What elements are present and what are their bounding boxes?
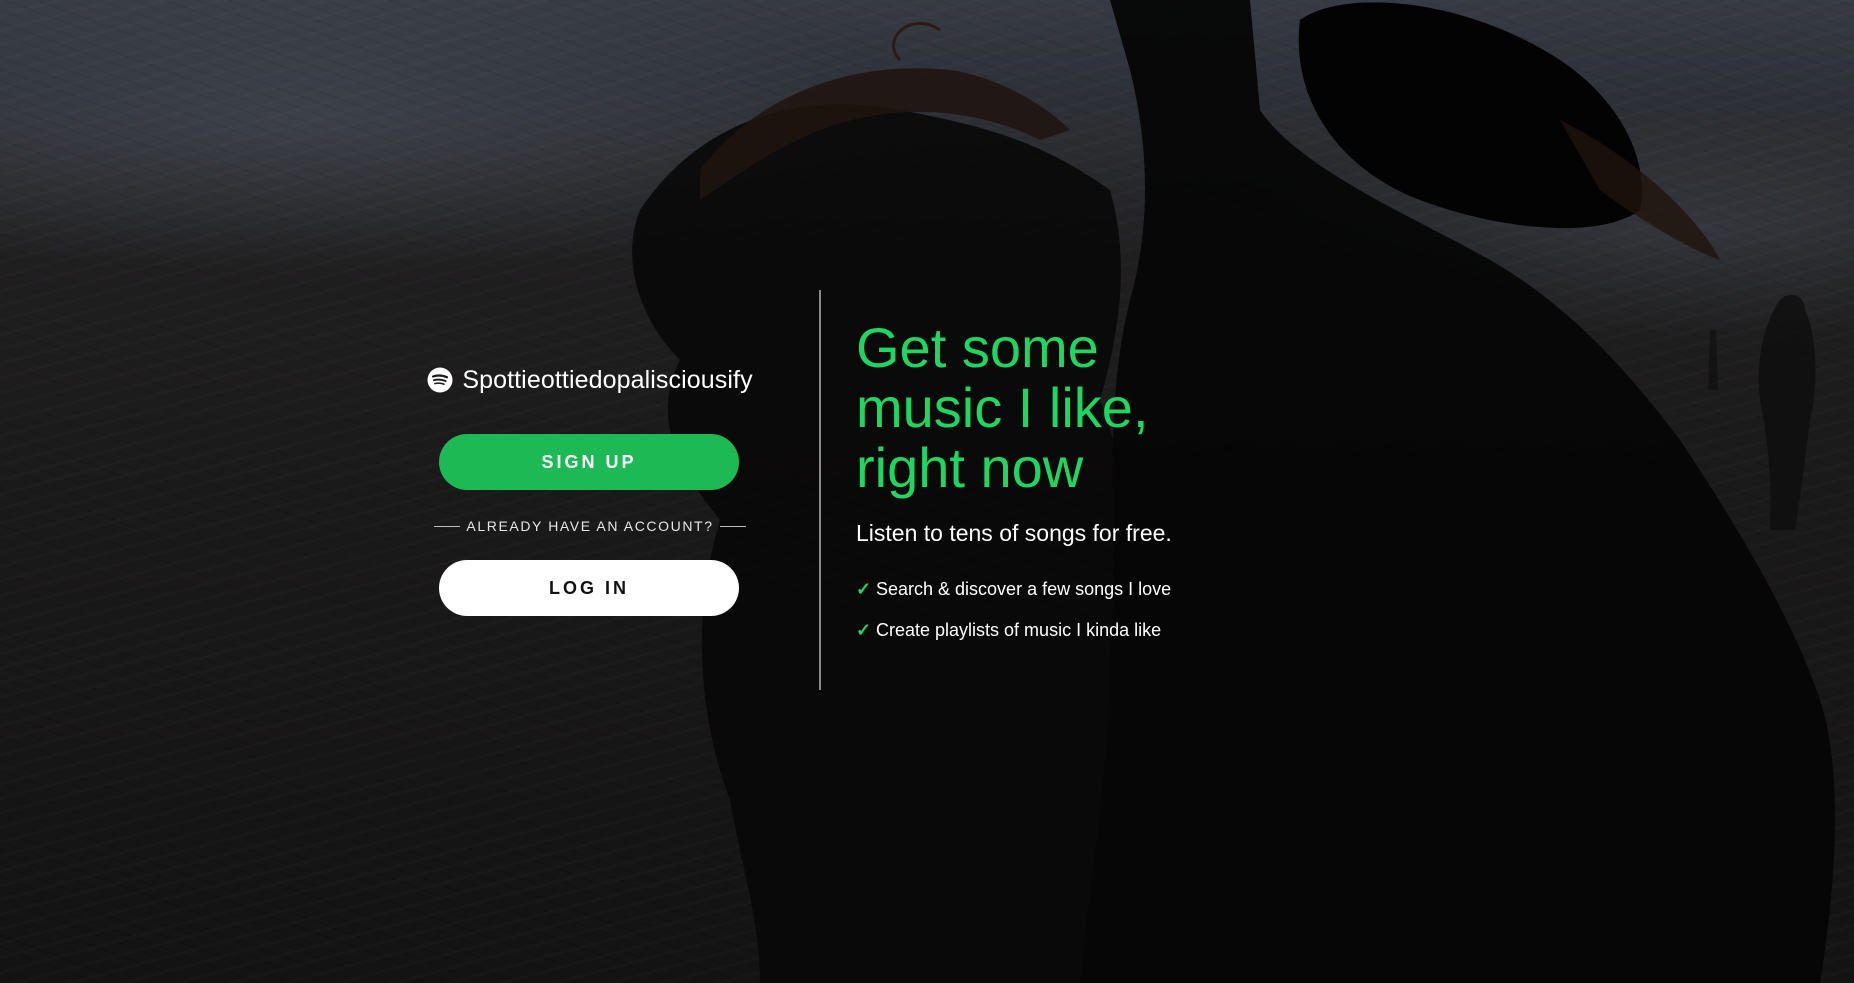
- checkmark-icon: ✓: [856, 619, 872, 640]
- feature-text: Create playlists of music I kinda like: [876, 619, 1162, 640]
- divider-rule-right: [719, 525, 746, 527]
- feature-text: Search & discover a few songs I love: [876, 578, 1172, 599]
- spotify-logo-icon: [427, 367, 453, 393]
- landing-page: Spottieottiedopalisciousify SIGN UP ALRE…: [0, 0, 1854, 983]
- vertical-separator: [819, 290, 821, 690]
- feature-item: ✓ Search & discover a few songs I love: [856, 577, 1276, 601]
- feature-item: ✓ Create playlists of music I kinda like: [856, 618, 1276, 642]
- brand-header: Spottieottiedopalisciousify: [420, 360, 760, 400]
- hero-panel: Get some music I like, right now Listen …: [856, 318, 1276, 659]
- checkmark-icon: ✓: [856, 578, 872, 599]
- log-in-button[interactable]: LOG IN: [439, 560, 739, 616]
- brand-name: Spottieottiedopalisciousify: [462, 365, 753, 394]
- feature-list: ✓ Search & discover a few songs I love ✓…: [856, 577, 1276, 642]
- hero-headline: Get some music I like, right now: [856, 316, 1149, 499]
- auth-panel: Spottieottiedopalisciousify SIGN UP ALRE…: [420, 360, 760, 616]
- divider-text: ALREADY HAVE AN ACCOUNT?: [466, 518, 714, 534]
- account-divider: ALREADY HAVE AN ACCOUNT?: [420, 516, 760, 536]
- divider-rule-left: [434, 525, 461, 527]
- sign-up-button[interactable]: SIGN UP: [439, 434, 739, 490]
- hero-subhead: Listen to tens of songs for free.: [856, 520, 1172, 546]
